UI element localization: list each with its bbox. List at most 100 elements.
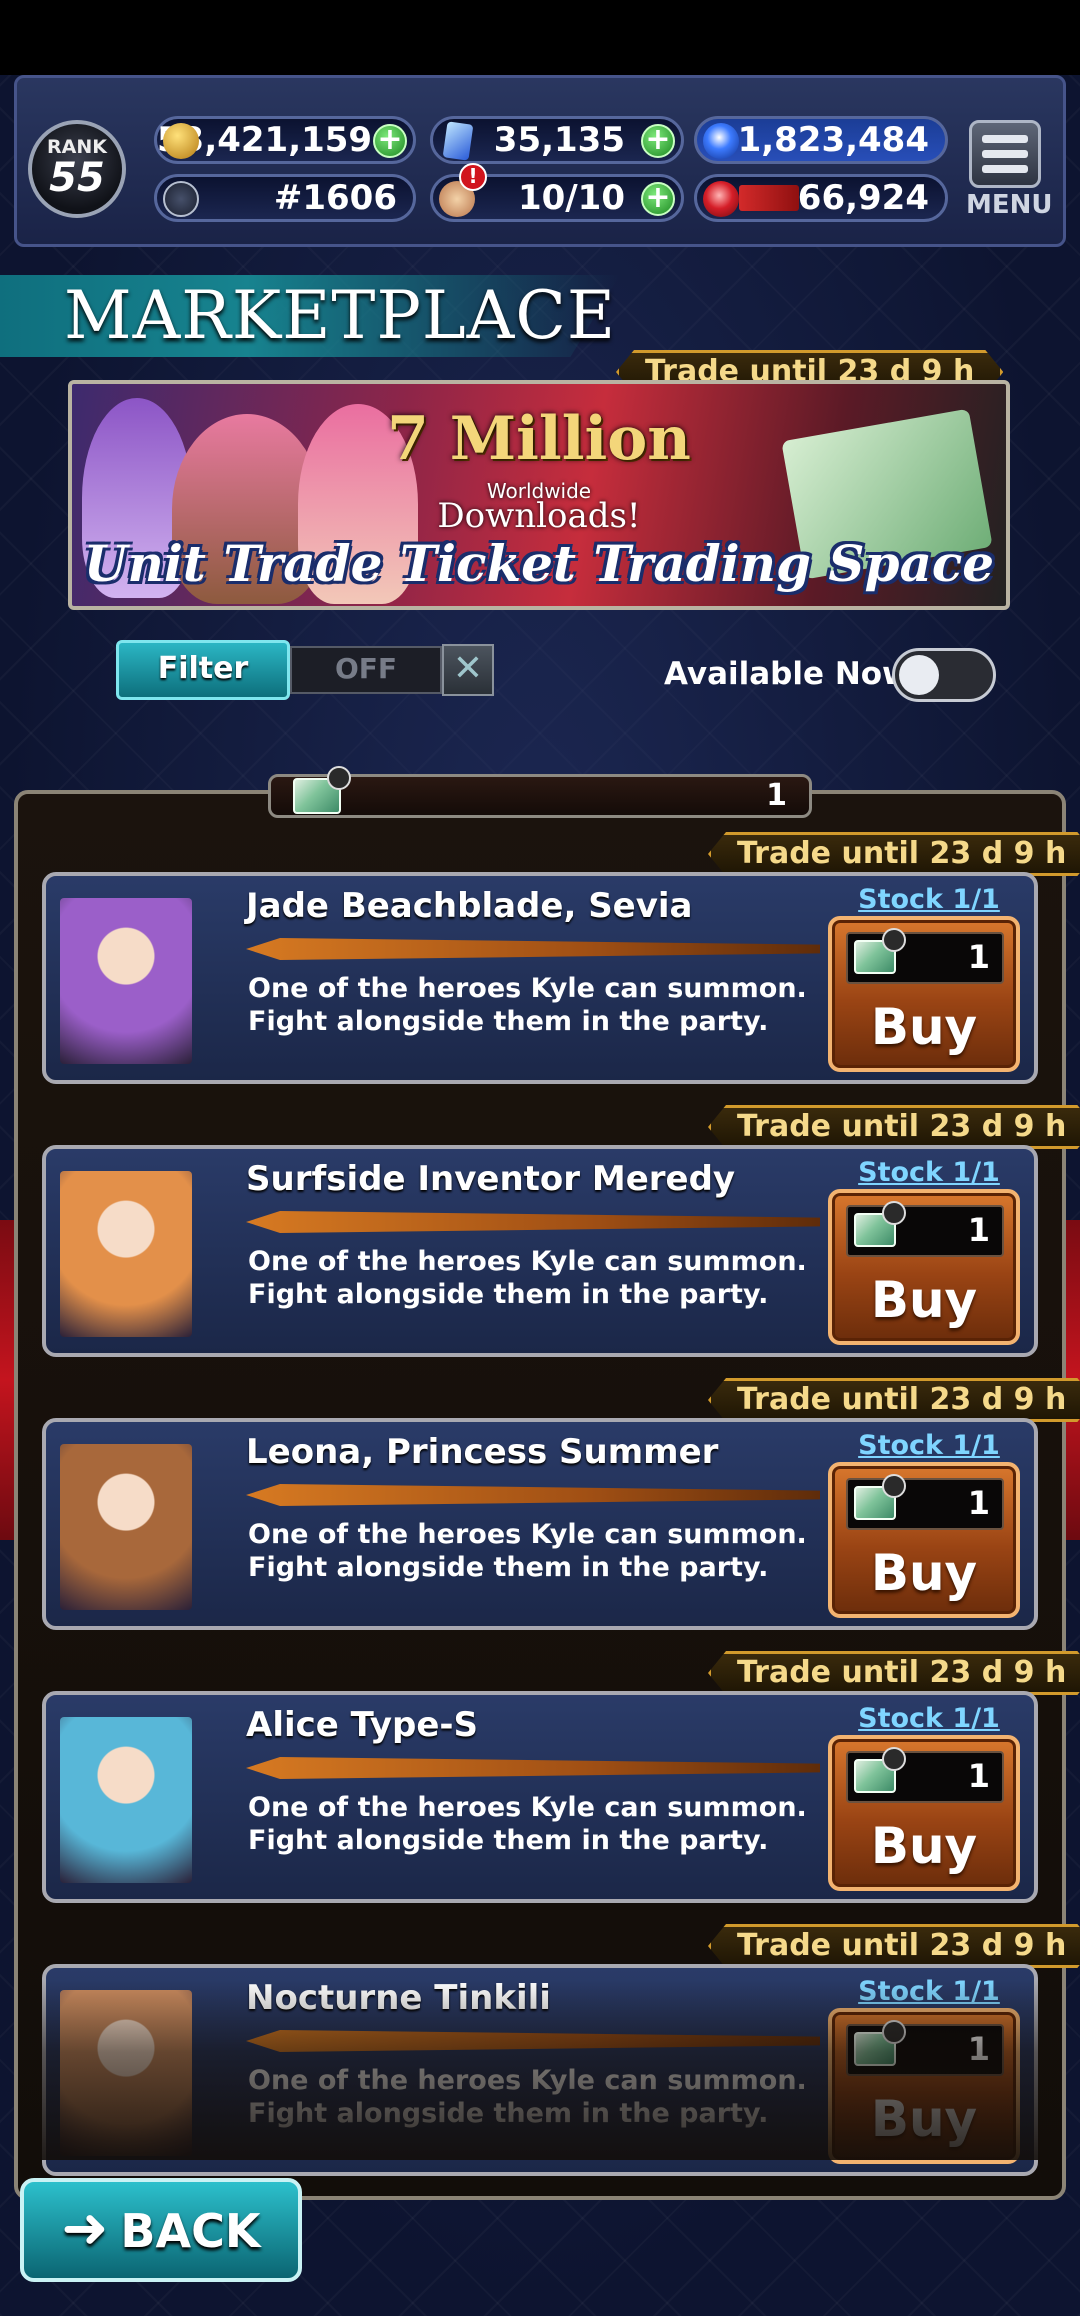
gold-coin-icon [163,123,199,159]
name-arrow-decoration [246,1211,820,1233]
description-line-2: Fight alongside them in the party. [248,2098,769,2129]
item-card: Surfside Inventor Meredy One of the heroe… [42,1145,1038,1357]
menu-icon [969,120,1041,188]
buy-button[interactable]: 1 Buy [828,1462,1020,1618]
description-line-1: One of the heroes Kyle can summon. [248,2065,807,2096]
trade-ticket-icon [854,1474,906,1520]
available-now-label: Available Now [664,656,911,692]
unit-description: One of the heroes Kyle can summon. Fight … [248,1518,807,1584]
trade-ticket-icon [293,766,351,814]
filter-control: Filter OFF ✕ [116,640,494,700]
unit-portrait[interactable] [60,1171,192,1337]
price-value: 1 [967,1757,990,1795]
price-value: 1 [967,938,990,976]
red-gem-icon [703,181,739,217]
banner-caption: Unit Trade Ticket Trading Space [83,534,995,593]
close-icon[interactable]: ✕ [442,644,494,696]
toggle-knob [899,655,939,695]
add-energy-button[interactable]: + [641,182,675,216]
page-title: MARKETPLACE [64,277,617,354]
unit-name: Nocturne Tinkili [246,1978,551,2018]
filter-button[interactable]: Filter [116,640,290,700]
item-card: Jade Beachblade, Sevia One of the heroes … [42,872,1038,1084]
stock-label: Stock 1/1 [858,1703,1000,1734]
description-line-1: One of the heroes Kyle can summon. [248,1792,807,1823]
name-arrow-decoration [246,1484,820,1506]
menu-button[interactable]: MENU [966,120,1053,224]
name-arrow-decoration [246,938,820,960]
buy-button[interactable]: 1 Buy [828,2008,1020,2164]
stock-label: Stock 1/1 [858,1157,1000,1188]
energy-alert-badge: ! [459,163,487,191]
unit-name: Jade Beachblade, Sevia [246,886,693,926]
gold-counter: 53,421,159 + [154,116,416,164]
filter-state: OFF [290,646,442,694]
item-trade-period: Trade until 23 d 9 h [708,832,1080,876]
price-box: 1 [846,1474,1004,1530]
compass-icon [163,181,199,217]
unit-description: One of the heroes Kyle can summon. Fight … [248,1791,807,1857]
back-button[interactable]: ➜ BACK [20,2178,302,2282]
trade-ticket-icon [854,1747,906,1793]
buy-label: Buy [870,1271,978,1329]
stock-label: Stock 1/1 [858,1430,1000,1461]
rank-badge: RANK 55 [28,120,126,218]
unit-portrait[interactable] [60,1990,192,2156]
stock-label: Stock 1/1 [858,1976,1000,2007]
buy-label: Buy [870,1817,978,1875]
item-card: Alice Type-S One of the heroes Kyle can s… [42,1691,1038,1903]
description-line-1: One of the heroes Kyle can summon. [248,1519,807,1550]
item-card: Leona, Princess Summer One of the heroes … [42,1418,1038,1630]
marketplace-screen: RANK 55 53,421,159 + 35,135 + 1,823,484 … [0,0,1080,2316]
trade-ticket-icon [854,2020,906,2066]
description-line-2: Fight alongside them in the party. [248,1552,769,1583]
price-value: 1 [967,1211,990,1249]
price-value: 1 [967,2030,990,2068]
item-trade-period: Trade until 23 d 9 h [708,1378,1080,1422]
unit-description: One of the heroes Kyle can summon. Fight … [248,2064,807,2130]
crystal-counter: 35,135 + [430,116,684,164]
energy-value: 10/10 [517,178,625,218]
buy-label: Buy [870,2090,978,2148]
description-line-2: Fight alongside them in the party. [248,1006,769,1037]
status-area [0,0,1080,75]
buy-button[interactable]: 1 Buy [828,916,1020,1072]
orb-value: 1,823,484 [737,120,929,160]
trade-ticket-icon [854,1201,906,1247]
orb-icon [703,123,739,159]
power-bar [739,185,799,211]
menu-label: MENU [966,190,1053,220]
item-trade-period: Trade until 23 d 9 h [708,1924,1080,1968]
event-banner[interactable]: 7 Million Worldwide Downloads! Unit Trad… [68,380,1010,610]
add-gold-button[interactable]: + [373,124,407,158]
player-id-value: #1606 [273,178,397,218]
price-box: 1 [846,928,1004,984]
crystal-icon [442,121,474,161]
buy-button[interactable]: 1 Buy [828,1189,1020,1345]
unit-name: Leona, Princess Summer [246,1432,719,1472]
unit-portrait[interactable] [60,1717,192,1883]
back-arrow-icon: ➜ [61,2196,109,2261]
ticket-balance-value: 1 [766,778,787,813]
buy-button[interactable]: 1 Buy [828,1735,1020,1891]
player-id-display: #1606 [154,174,416,222]
unit-portrait[interactable] [60,898,192,1064]
name-arrow-decoration [246,2030,820,2052]
unit-name: Alice Type-S [246,1705,478,1745]
buy-label: Buy [870,1544,978,1602]
orb-counter: 1,823,484 [694,116,948,164]
energy-counter: ! 10/10 + [430,163,684,222]
back-label: BACK [120,2204,261,2258]
trade-ticket-icon [854,928,906,974]
banner-subtitle-downloads: Downloads! [437,496,641,536]
description-line-1: One of the heroes Kyle can summon. [248,973,807,1004]
item-card: Nocturne Tinkili One of the heroes Kyle c… [42,1964,1038,2176]
power-counter: 66,924 [694,174,948,222]
available-now-toggle[interactable] [892,648,996,702]
price-box: 1 [846,1201,1004,1257]
unit-description: One of the heroes Kyle can summon. Fight … [248,1245,807,1311]
unit-portrait[interactable] [60,1444,192,1610]
rank-value: 55 [49,155,105,201]
add-crystal-button[interactable]: + [641,124,675,158]
price-box: 1 [846,1747,1004,1803]
